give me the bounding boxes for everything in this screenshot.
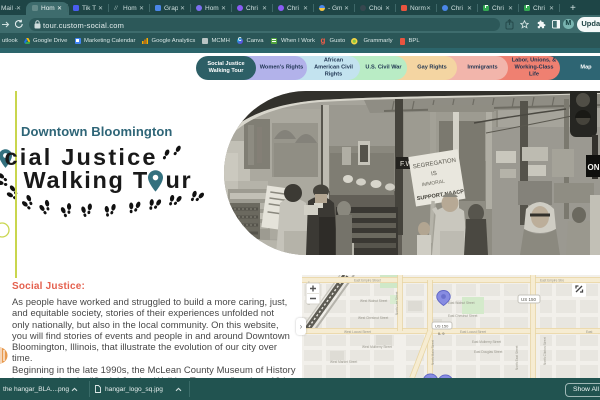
svg-text:East Mulberry Street: East Mulberry Street	[472, 340, 501, 344]
svg-text:North East Street: North East Street	[515, 345, 519, 370]
svg-text:West Market Street: West Market Street	[330, 360, 357, 364]
svg-text:North Clinton Street: North Clinton Street	[543, 337, 547, 365]
svg-text:US 150: US 150	[435, 324, 449, 329]
svg-text:East Douglas Street: East Douglas Street	[474, 350, 502, 354]
svg-text:West Chestnut Street: West Chestnut Street	[358, 316, 388, 320]
svg-text:East Locust Street: East Locust Street	[460, 330, 486, 334]
svg-text:IL 9: IL 9	[438, 331, 445, 336]
svg-text:East Chestnut Street: East Chestnut Street	[448, 314, 478, 318]
svg-text:North Lee Street: North Lee Street	[395, 291, 399, 315]
svg-text:West Walnut Street: West Walnut Street	[360, 299, 387, 303]
svg-text:IS: IS	[431, 171, 438, 178]
svg-text:East Empire Stre: East Empire Stre	[540, 279, 564, 283]
svg-text:ON: ON	[588, 163, 600, 172]
svg-text:East: East	[586, 330, 592, 334]
svg-text:East Walnut Street: East Walnut Street	[448, 301, 475, 305]
svg-text:North Main Street: North Main Street	[431, 340, 435, 365]
svg-text:West Locust Street: West Locust Street	[344, 330, 371, 334]
svg-text:East Empire Street: East Empire Street	[354, 279, 381, 283]
svg-text:West Mulberry Street: West Mulberry Street	[362, 345, 392, 349]
svg-text:US 150: US 150	[521, 297, 537, 302]
